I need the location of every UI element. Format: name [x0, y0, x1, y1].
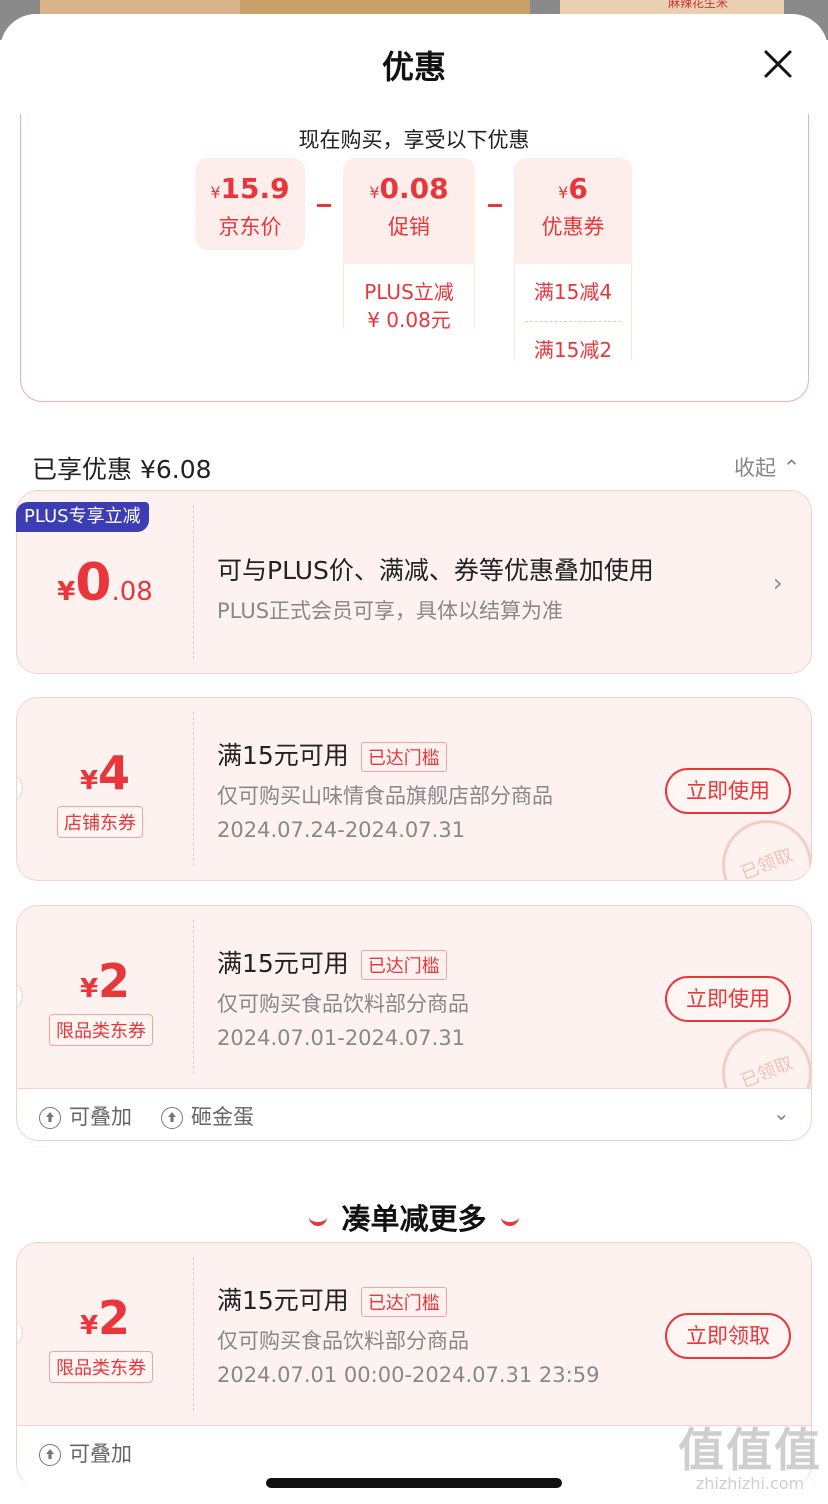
coupon-validity: 2024.07.01 00:00-2024.07.31 23:59: [217, 1363, 600, 1387]
coupon-type-tag: 限品类东券: [49, 1014, 153, 1046]
plus-discount-amount: ¥ 0.08元: [367, 308, 451, 332]
plus-discount-line: PLUS立减: [364, 280, 454, 304]
promo-amount: 0.08: [379, 172, 449, 205]
stack-icon: [39, 1107, 61, 1129]
promo-label: 促销: [388, 215, 430, 239]
enjoyed-discount: 已享优惠 ¥6.08: [32, 455, 212, 484]
chevron-down-icon[interactable]: ⌄: [773, 1101, 790, 1125]
smile-icon: [500, 1216, 519, 1226]
chevron-right-icon[interactable]: ›: [773, 569, 783, 597]
home-indicator[interactable]: [266, 1478, 562, 1488]
reached-badge: 已达门槛: [360, 1287, 447, 1317]
close-icon[interactable]: [760, 46, 796, 82]
sheet-title: 优惠: [381, 48, 446, 86]
jd-price-amount: 15.9: [220, 172, 290, 205]
coupon-scope: 仅可购买食品饮料部分商品: [217, 1329, 469, 1353]
coupon-rule: 满15减4: [525, 264, 621, 322]
more-section-title: 凑单减更多: [0, 1196, 828, 1238]
coupon-threshold: 满15元可用 已达门槛: [217, 944, 447, 980]
smile-icon: [309, 1216, 328, 1226]
plus-sub-text: PLUS正式会员可享，具体以结算为准: [217, 599, 564, 623]
golden-egg-label: 砸金蛋: [161, 1101, 254, 1131]
coupon-threshold: 满15元可用 已达门槛: [217, 1281, 447, 1317]
coupon-scope: 仅可购买山味情食品旗舰店部分商品: [217, 784, 553, 808]
product-label: 麻辣花生米: [668, 0, 729, 10]
watermark: 值值值 zhizhizhi.com: [678, 1423, 822, 1493]
minus-icon: [488, 204, 502, 207]
stackable-label: 可叠加: [39, 1101, 132, 1131]
coupon-amount: ¥2: [79, 1291, 131, 1345]
reached-badge: 已达门槛: [360, 742, 447, 772]
stack-icon: [39, 1444, 61, 1466]
plus-badge: PLUS专享立减: [16, 502, 149, 532]
claimed-stamp: 已领取: [708, 1014, 811, 1088]
discount-sheet: 优惠 现在购买，享受以下优惠 ¥15.9 京东价 ¥0.08 促销 PLUS立减…: [0, 14, 828, 1504]
jd-price-card: ¥15.9 京东价: [195, 158, 305, 250]
store-coupon-card: ¥4 店铺东券 满15元可用 已达门槛 仅可购买山味情食品旗舰店部分商品 2024…: [16, 697, 812, 881]
coupon-validity: 2024.07.01-2024.07.31: [217, 1026, 466, 1050]
claimed-stamp: 已领取: [708, 806, 811, 880]
summary-heading: 现在购买，享受以下优惠: [298, 128, 530, 152]
chevron-up-icon: ⌃: [782, 456, 801, 480]
coupon-amount: ¥2: [79, 954, 131, 1008]
coupon-footer: 可叠加 砸金蛋 ⌄: [16, 1089, 812, 1141]
coupon-validity: 2024.07.24-2024.07.31: [217, 818, 466, 842]
coupon-card: ¥6 优惠券 满15减4 满15减2: [514, 158, 632, 368]
coupon-label: 优惠券: [541, 215, 605, 239]
product-image: [240, 0, 530, 14]
collapse-button[interactable]: 收起 ⌃: [734, 452, 800, 482]
coupon-amount: 6: [568, 172, 588, 205]
plus-amount: ¥0.08: [57, 553, 153, 613]
divider: [193, 505, 194, 659]
category-coupon-card: ¥2 限品类东券 满15元可用 已达门槛 仅可购买食品饮料部分商品 2024.07…: [16, 1242, 812, 1426]
coupon-rule: 满15减2: [533, 338, 613, 362]
stackable-label: 可叠加: [39, 1438, 132, 1468]
coupon-type-tag: 限品类东券: [49, 1351, 153, 1383]
jd-price-label: 京东价: [218, 215, 282, 239]
category-coupon-card: ¥2 限品类东券 满15元可用 已达门槛 仅可购买食品饮料部分商品 2024.07…: [16, 905, 812, 1089]
plus-main-text: 可与PLUS价、满减、券等优惠叠加使用: [217, 556, 654, 585]
minus-icon: [317, 204, 331, 207]
coupon-type-tag: 店铺东券: [57, 806, 143, 838]
use-now-button[interactable]: 立即使用: [665, 768, 791, 814]
claim-now-button[interactable]: 立即领取: [665, 1313, 791, 1359]
coupon-amount: ¥4: [79, 746, 131, 800]
coupon-scope: 仅可购买食品饮料部分商品: [217, 992, 469, 1016]
reached-badge: 已达门槛: [360, 950, 447, 980]
use-now-button[interactable]: 立即使用: [665, 976, 791, 1022]
coupon-threshold: 满15元可用 已达门槛: [217, 736, 447, 772]
promo-card: ¥0.08 促销 PLUS立减 ¥ 0.08元: [343, 158, 475, 336]
egg-icon: [161, 1107, 183, 1129]
